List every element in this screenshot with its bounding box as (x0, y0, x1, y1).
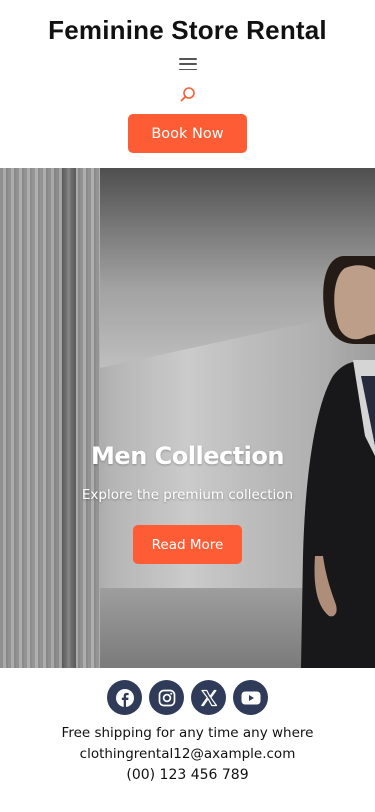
social-links (107, 680, 268, 715)
instagram-icon[interactable] (149, 680, 184, 715)
phone-number[interactable]: (00) 123 456 789 (126, 767, 248, 783)
read-more-button[interactable]: Read More (133, 525, 242, 564)
hero-banner: Men Collection Explore the premium colle… (0, 168, 375, 668)
site-footer: Free shipping for any time any where clo… (0, 668, 375, 783)
hero-content: Men Collection Explore the premium colle… (0, 168, 375, 668)
email-link[interactable]: clothingrental12@axample.com (80, 746, 296, 762)
book-now-button[interactable]: Book Now (128, 114, 247, 153)
site-title[interactable]: Feminine Store Rental (48, 15, 327, 46)
shipping-text: Free shipping for any time any where (61, 725, 314, 741)
facebook-icon[interactable] (107, 680, 142, 715)
site-header: Feminine Store Rental Book Now (0, 0, 375, 168)
x-icon[interactable] (191, 680, 226, 715)
hero-title: Men Collection (91, 442, 284, 470)
menu-icon[interactable] (178, 56, 197, 72)
hero-subtitle: Explore the premium collection (81, 487, 294, 503)
search-icon[interactable] (180, 86, 196, 102)
youtube-icon[interactable] (233, 680, 268, 715)
